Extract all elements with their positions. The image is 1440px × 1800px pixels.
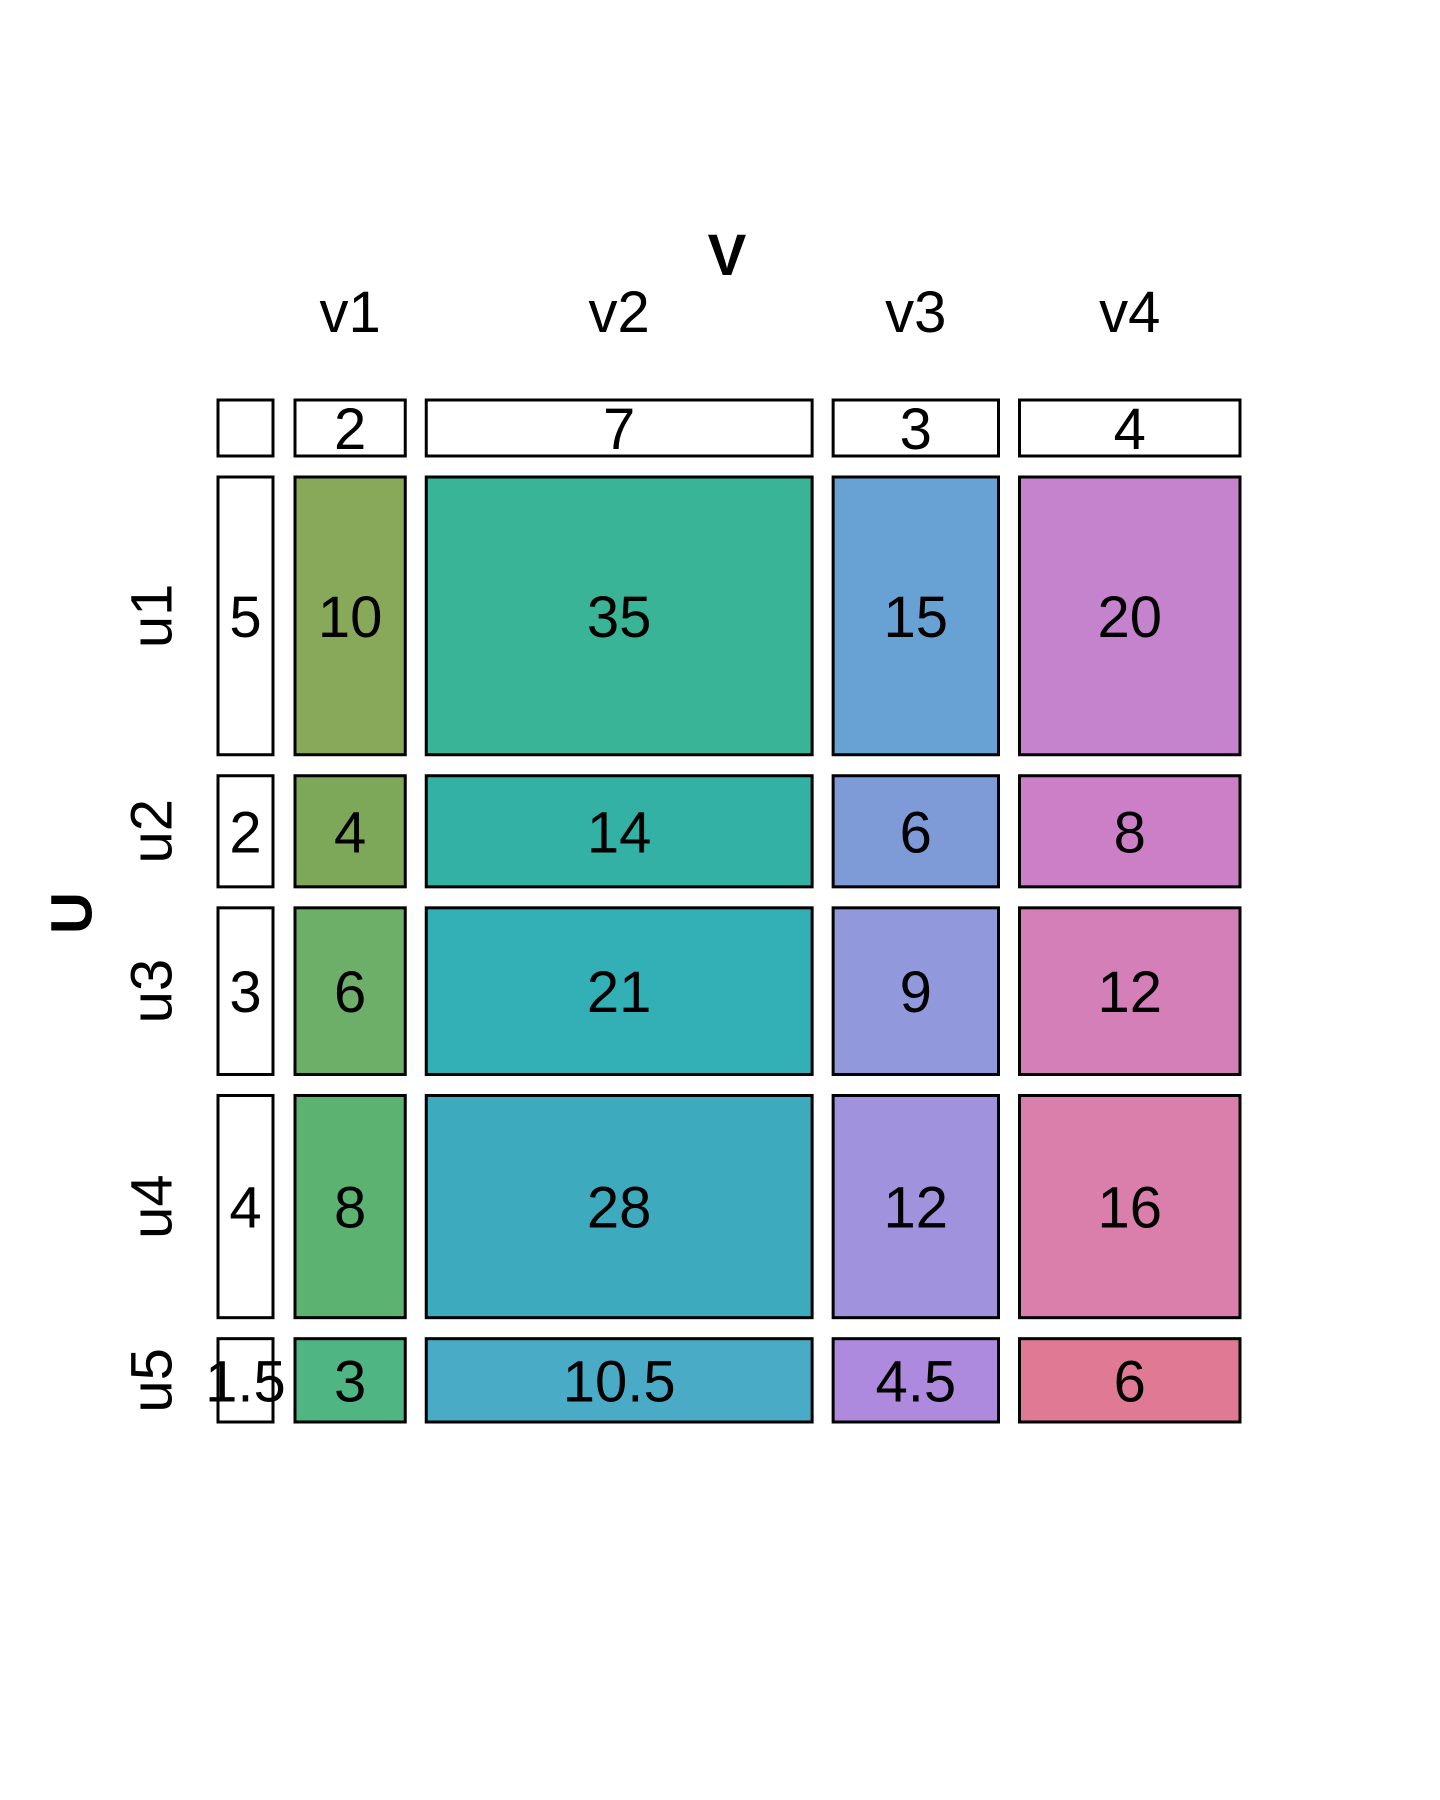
cell-value-u1-v3: 15	[884, 585, 949, 650]
cell-value-u4-v2: 28	[587, 1176, 652, 1241]
cell-value-u2-v2: 14	[587, 800, 652, 865]
row-variable-title: U	[40, 892, 105, 934]
mosaic-cells: 10 35 15 20 4 14 6 8 6 21 9 12 8 28 12 16 3 10.5 4.5 6	[293, 475, 1242, 1424]
row-label-u5: u5	[120, 1348, 185, 1413]
cell-value-u3-v2: 21	[587, 960, 652, 1025]
cell-value-u3-v1: 6	[334, 960, 366, 1025]
row-margin-value-u2: 2	[229, 800, 261, 865]
row-margin-value-u1: 5	[229, 585, 261, 650]
row-label-u2: u2	[120, 799, 185, 864]
col-variable-title: V	[708, 223, 747, 288]
column-margin-value-v2: 7	[603, 397, 635, 462]
cell-value-u5-v3: 4.5	[875, 1349, 956, 1414]
cell-value-u3-v4: 12	[1097, 960, 1162, 1025]
row-label-u4: u4	[120, 1174, 185, 1239]
row-margins: 5 2 3 4 1.5	[205, 475, 286, 1424]
cell-value-u2-v4: 8	[1114, 800, 1146, 865]
column-label-v2: v2	[589, 280, 650, 345]
cell-value-u5-v2: 10.5	[563, 1349, 676, 1414]
row-label-u1: u1	[120, 584, 185, 649]
column-margin-value-v1: 2	[334, 397, 366, 462]
cell-value-u1-v4: 20	[1097, 585, 1162, 650]
cell-value-u1-v2: 35	[587, 585, 652, 650]
corner-margin-box	[216, 398, 275, 458]
column-label-v4: v4	[1099, 280, 1160, 345]
cell-value-u4-v4: 16	[1097, 1176, 1162, 1241]
mosaic-chart: V U v1 v2 v3 v4 u1 u2 u3 u4 u5 2 7 3 4 5 2 3 4 1.5 10 3…	[0, 0, 1440, 1800]
cell-value-u1-v1: 10	[318, 585, 383, 650]
cell-value-u2-v3: 6	[900, 800, 932, 865]
column-label-v1: v1	[319, 280, 380, 345]
cell-value-u5-v1: 3	[334, 1349, 366, 1414]
column-margin-value-v4: 4	[1114, 397, 1146, 462]
column-margin-value-v3: 3	[900, 397, 932, 462]
cell-value-u3-v3: 9	[900, 960, 932, 1025]
row-margin-value-u4: 4	[229, 1176, 261, 1241]
row-margin-value-u3: 3	[229, 960, 261, 1025]
cell-value-u5-v4: 6	[1114, 1349, 1146, 1414]
cell-value-u4-v3: 12	[884, 1176, 949, 1241]
corner-margin	[216, 398, 275, 458]
cell-value-u4-v1: 8	[334, 1176, 366, 1241]
column-margins: 2 7 3 4	[293, 397, 1242, 462]
row-label-u3: u3	[120, 959, 185, 1024]
row-margin-value-u5: 1.5	[205, 1349, 286, 1414]
cell-value-u2-v1: 4	[334, 800, 366, 865]
column-label-v3: v3	[885, 280, 946, 345]
